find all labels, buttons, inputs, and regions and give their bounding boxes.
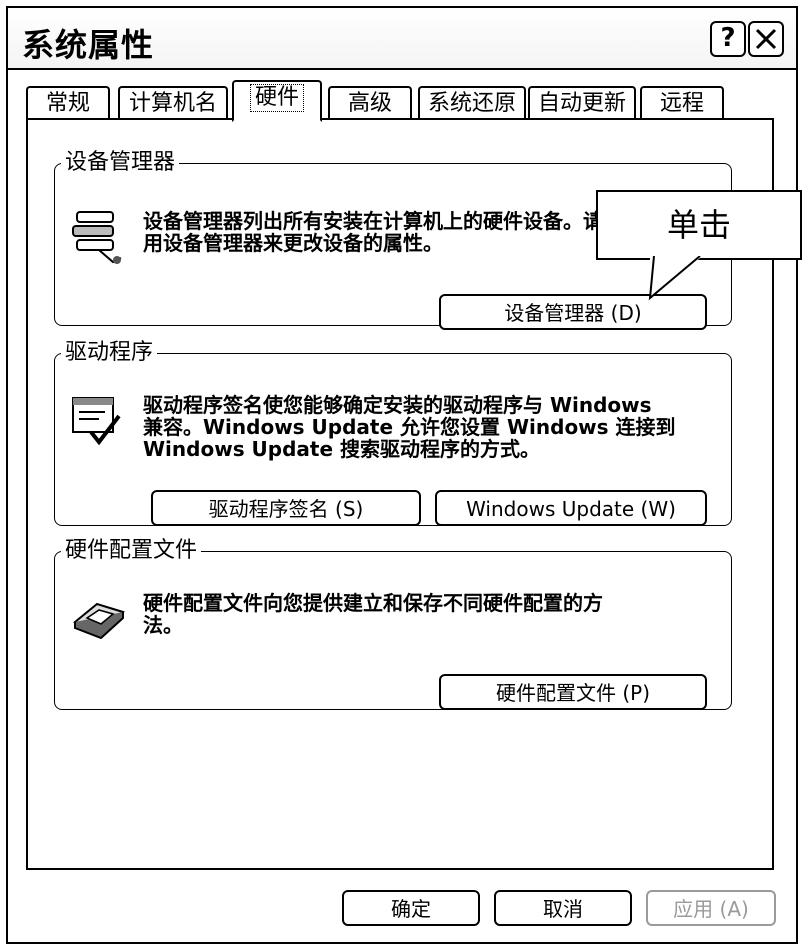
- tab-remote[interactable]: 远程: [640, 86, 724, 120]
- device-manager-group-title: 设备管理器: [65, 150, 176, 175]
- tab-computer-name[interactable]: 计算机名: [118, 86, 228, 120]
- driver-description-3: Windows Update 搜索驱动程序的方式。: [143, 437, 541, 461]
- tab-automatic-updates[interactable]: 自动更新: [528, 86, 636, 120]
- tab-hardware[interactable]: 硬件: [232, 80, 322, 122]
- close-icon: [755, 28, 777, 50]
- window-title: 系统属性: [22, 26, 155, 64]
- tab-system-restore[interactable]: 系统还原: [418, 86, 526, 120]
- help-button[interactable]: ?: [710, 21, 746, 57]
- driver-group: 驱动程序 驱动程序签名使您能够确定安装的驱动程序与 Windows 兼容。Win…: [54, 342, 732, 526]
- driver-signing-icon: [72, 397, 121, 446]
- cancel-button[interactable]: 取消: [494, 890, 632, 926]
- close-button[interactable]: [748, 21, 784, 57]
- hardware-profiles-group: 硬件配置文件 硬件配置文件向您提供建立和保存不同硬件配置的方 法。 硬件配置文件…: [54, 540, 732, 710]
- tab-advanced[interactable]: 高级: [328, 86, 412, 120]
- ok-button[interactable]: 确定: [342, 890, 480, 926]
- driver-group-title: 驱动程序: [65, 340, 154, 365]
- hardware-profiles-description-2: 法。: [143, 613, 183, 637]
- annotation-callout: 单击: [596, 190, 802, 260]
- tab-hardware-label: 硬件: [249, 84, 304, 112]
- device-manager-description-1: 设备管理器列出所有安装在计算机上的硬件设备。请使: [143, 209, 623, 233]
- device-manager-description-2: 用设备管理器来更改设备的属性。: [143, 231, 443, 255]
- apply-button[interactable]: 应用 (A): [646, 890, 776, 926]
- title-bar[interactable]: 系统属性 ?: [8, 8, 796, 70]
- windows-update-button[interactable]: Windows Update (W): [435, 490, 707, 526]
- hardware-profiles-button[interactable]: 硬件配置文件 (P): [439, 674, 707, 710]
- driver-signing-button[interactable]: 驱动程序签名 (S): [151, 490, 421, 526]
- tab-general[interactable]: 常规: [26, 86, 110, 120]
- hardware-profiles-group-title: 硬件配置文件: [65, 538, 198, 563]
- callout-pointer: [648, 256, 701, 301]
- device-manager-icon: [72, 211, 122, 264]
- driver-description-1: 驱动程序签名使您能够确定安装的驱动程序与 Windows: [143, 393, 652, 417]
- hardware-profiles-description-1: 硬件配置文件向您提供建立和保存不同硬件配置的方: [143, 591, 603, 615]
- hardware-profiles-icon: [73, 602, 125, 640]
- driver-description-2: 兼容。Windows Update 允许您设置 Windows 连接到: [143, 415, 676, 439]
